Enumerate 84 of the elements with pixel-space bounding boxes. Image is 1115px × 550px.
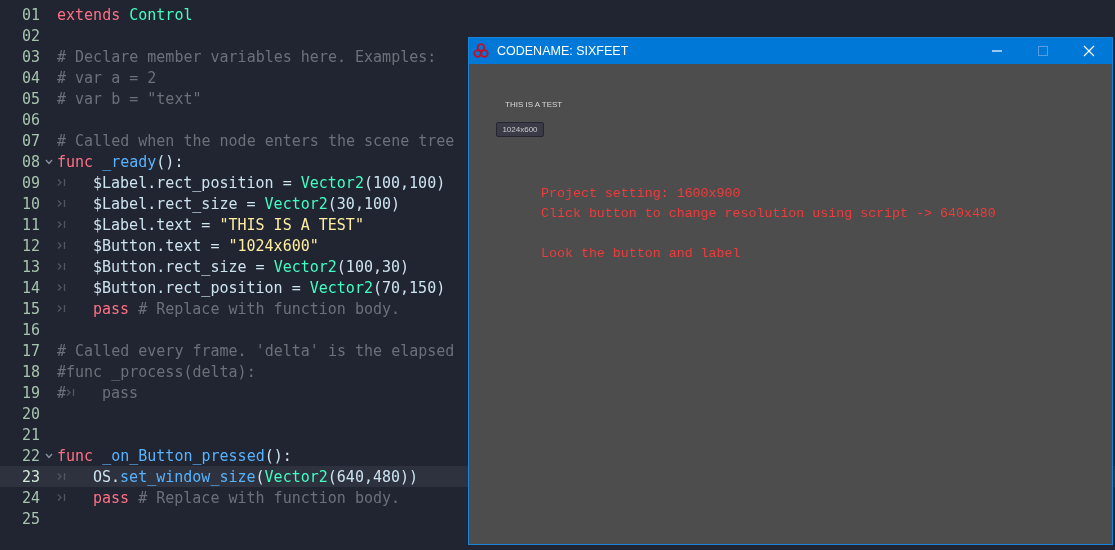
line-number: 05 xyxy=(20,89,40,108)
code-token: # xyxy=(57,383,67,402)
line-number: 19 xyxy=(20,383,40,402)
code-token: # var b = "text" xyxy=(57,89,202,108)
tab-marker-icon xyxy=(57,304,66,313)
note-text: Look the button and label xyxy=(541,245,741,263)
line-number: 04 xyxy=(20,68,40,87)
code-token: Vector2 xyxy=(264,467,328,486)
tab-marker-icon xyxy=(57,241,66,250)
line-number: 20 xyxy=(20,404,40,423)
code-token: _on_Button_pressed xyxy=(102,446,265,465)
tab-marker-icon xyxy=(57,178,66,187)
line-number: 24 xyxy=(20,488,40,507)
tab-marker-icon xyxy=(57,493,66,502)
code-token: pass xyxy=(93,299,130,318)
line-number: 11 xyxy=(20,215,40,234)
code-token: Vector2 xyxy=(264,194,328,213)
code-token: # Declare member variables here. Examples: xyxy=(57,47,437,66)
line-number: 18 xyxy=(20,362,40,381)
code-token: Vector2 xyxy=(273,257,337,276)
line-number: 13 xyxy=(20,257,40,276)
code-token: (70,150) xyxy=(372,278,446,297)
code-token: (): xyxy=(264,446,292,465)
code-token: ( xyxy=(255,467,265,486)
tab-marker-icon xyxy=(57,262,66,271)
code-token: func xyxy=(57,446,95,465)
code-token: # Replace with function body. xyxy=(137,488,401,507)
line-number: 09 xyxy=(20,173,40,192)
code-token: $Button.rect_size = xyxy=(93,257,266,276)
window-title: CODENAME: SIXFEET xyxy=(497,44,629,58)
label-text: THIS IS A TEST xyxy=(505,100,563,109)
code-token: _ready xyxy=(102,152,157,171)
line-number: 01 xyxy=(20,5,40,24)
code-token: (100,100) xyxy=(363,173,446,192)
code-token: # var a = 2 xyxy=(57,68,157,87)
code-token: $Button.text = xyxy=(93,236,221,255)
code-token: # Called when the node enters the scene tree xyxy=(57,131,455,150)
code-token: OS. xyxy=(93,467,121,486)
code-token: func xyxy=(57,152,95,171)
close-icon xyxy=(1083,45,1095,57)
code-token: "1024x600" xyxy=(228,236,319,255)
line-number: 02 xyxy=(20,26,40,45)
note-text: Click button to change resolution using script -> 640x480 xyxy=(541,205,996,223)
code-token: $Label.rect_size = xyxy=(93,194,257,213)
line-number: 16 xyxy=(20,320,40,339)
line-number: 17 xyxy=(20,341,40,360)
maximize-icon xyxy=(1037,45,1049,57)
line-number: 03 xyxy=(20,47,40,66)
code-token: (640,480)) xyxy=(327,467,419,486)
code-token: Vector2 xyxy=(300,173,364,192)
code-token: # Called every frame. 'delta' is the elapsed xyxy=(57,341,455,360)
code-token: $Button.rect_position = xyxy=(93,278,302,297)
tab-marker-icon xyxy=(57,199,66,208)
line-number: 06 xyxy=(20,110,40,129)
code-token: (100,30) xyxy=(336,257,410,276)
code-token: (30,100) xyxy=(327,194,401,213)
tab-marker-icon xyxy=(57,283,66,292)
code-token: $Label.rect_position = xyxy=(93,173,293,192)
code-token: "THIS IS A TEST" xyxy=(219,215,364,234)
code-token: $Label.text = xyxy=(93,215,212,234)
line-number: 21 xyxy=(20,425,40,444)
line-number: 15 xyxy=(20,299,40,318)
line-number: 14 xyxy=(20,278,40,297)
line-number: 12 xyxy=(20,236,40,255)
code-token: Vector2 xyxy=(309,278,373,297)
line-number: 10 xyxy=(20,194,40,213)
code-token: extends xyxy=(57,5,122,24)
tab-marker-icon xyxy=(66,388,76,397)
code-token: pass xyxy=(93,488,130,507)
tab-marker-icon xyxy=(57,472,66,481)
code-token: # Replace with function body. xyxy=(137,299,401,318)
code-token: pass xyxy=(102,383,139,402)
line-number: 25 xyxy=(20,509,40,528)
line-number: 22 xyxy=(20,446,40,465)
code-token: (): xyxy=(156,152,184,171)
code-token: Control xyxy=(129,5,193,24)
line-number: 23 xyxy=(20,467,40,486)
resolution-button[interactable]: 1024x600 xyxy=(496,122,544,137)
code-token: set_window_size xyxy=(120,467,256,486)
tab-marker-icon xyxy=(57,220,66,229)
line-number: 08 xyxy=(20,152,40,171)
note-text: Project setting: 1600x900 xyxy=(541,185,741,203)
line-number: 07 xyxy=(20,131,40,150)
code-token: #func _process(delta): xyxy=(57,362,256,381)
